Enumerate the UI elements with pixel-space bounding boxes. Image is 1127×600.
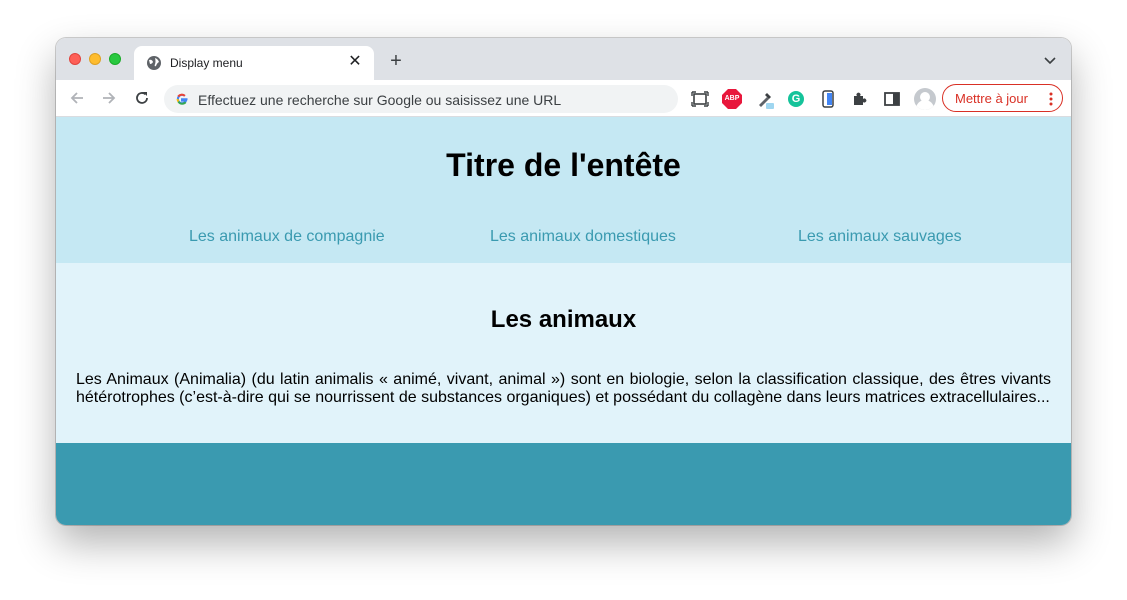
eyedropper-icon[interactable]	[755, 89, 775, 109]
section-title: Les animaux	[490, 306, 637, 333]
page-viewport: Titre de l'entête Les animaux de compagn…	[56, 117, 1071, 525]
chevron-down-icon[interactable]	[1043, 53, 1057, 67]
browser-toolbar: Effectuez une recherche sur Google ou sa…	[56, 80, 1071, 117]
nav-link-domestic-animals[interactable]: Les animaux domestiques	[490, 228, 676, 246]
update-button[interactable]: Mettre à jour	[942, 84, 1063, 112]
browser-window: Display menu ✕ + Effectuez une recherche	[56, 38, 1071, 525]
profile-avatar[interactable]	[914, 88, 936, 110]
reload-icon[interactable]	[133, 89, 151, 107]
address-bar[interactable]: Effectuez une recherche sur Google ou sa…	[164, 85, 678, 113]
page-title: Titre de l'entête	[446, 147, 681, 183]
forward-arrow-icon[interactable]	[100, 89, 118, 107]
page-header: Titre de l'entête Les animaux de compagn…	[56, 117, 1071, 263]
tab-display-menu[interactable]: Display menu ✕	[134, 46, 374, 80]
maximize-window-button[interactable]	[109, 53, 121, 65]
main-content: Les animaux Les Animaux (Animalia) (du l…	[56, 263, 1071, 443]
new-tab-icon[interactable]: +	[386, 51, 406, 71]
side-panel-icon[interactable]	[882, 89, 902, 109]
globe-icon	[147, 56, 161, 70]
tab-strip: Display menu ✕ +	[56, 38, 1071, 80]
tab-title: Display menu	[170, 56, 243, 70]
phone-mirror-icon[interactable]	[818, 89, 838, 109]
back-arrow-icon[interactable]	[68, 89, 86, 107]
screen-capture-icon[interactable]	[690, 89, 710, 109]
nav-link-wild-animals[interactable]: Les animaux sauvages	[798, 228, 962, 246]
section-paragraph: Les Animaux (Animalia) (du latin animali…	[76, 371, 1051, 406]
minimize-window-button[interactable]	[89, 53, 101, 65]
adblock-plus-icon[interactable]: ABP	[722, 89, 742, 109]
grammarly-icon[interactable]: G	[788, 91, 804, 107]
update-button-label: Mettre à jour	[955, 91, 1028, 106]
close-window-button[interactable]	[69, 53, 81, 65]
address-bar-placeholder: Effectuez une recherche sur Google ou sa…	[198, 92, 562, 108]
page-footer	[56, 443, 1071, 525]
nav-link-companion-animals[interactable]: Les animaux de compagnie	[189, 228, 385, 246]
close-tab-icon[interactable]: ✕	[346, 53, 364, 71]
kebab-menu-icon[interactable]	[1049, 92, 1053, 106]
puzzle-icon[interactable]	[850, 89, 870, 109]
google-icon	[176, 93, 188, 105]
